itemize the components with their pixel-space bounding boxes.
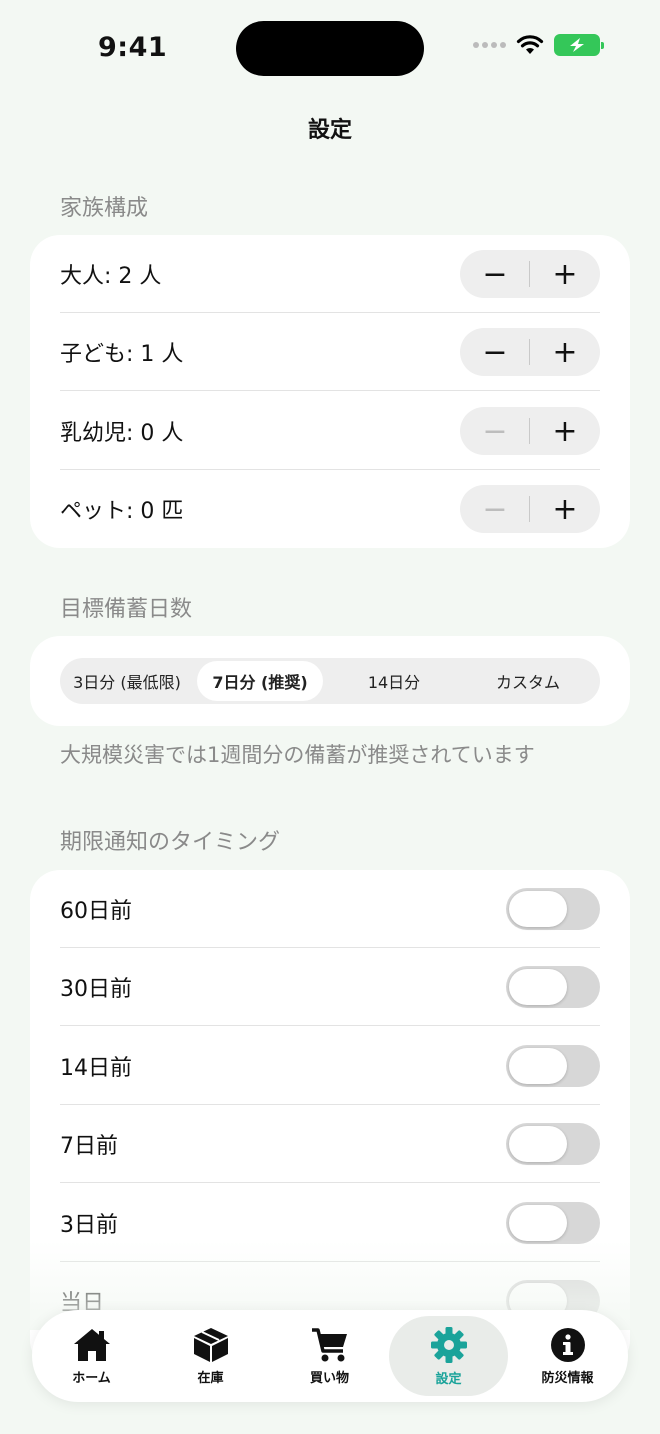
family-row-infant: 乳幼児: 0 人 − +: [60, 392, 600, 470]
segment-7-days[interactable]: 7日分 (推奨): [197, 661, 323, 701]
notify-60-toggle[interactable]: [506, 888, 600, 930]
status-time: 9:41: [98, 32, 168, 63]
infant-stepper: − +: [460, 407, 600, 455]
status-icons: [473, 34, 604, 56]
tab-label: ホーム: [72, 1370, 111, 1386]
notify-row-label: 60日前: [60, 899, 132, 924]
tab-inventory[interactable]: 在庫: [151, 1316, 270, 1396]
segment-14-days[interactable]: 14日分: [326, 658, 462, 704]
notify-row-label: 3日前: [60, 1213, 118, 1238]
notify-30-toggle[interactable]: [506, 966, 600, 1008]
segment-custom[interactable]: カスタム: [462, 658, 594, 704]
tab-label: 買い物: [309, 1370, 349, 1386]
notify-row-label: 30日前: [60, 977, 132, 1002]
target-footnote: 大規模災害では1週間分の備蓄が推奨されています: [60, 743, 535, 767]
child-plus-button[interactable]: +: [530, 328, 600, 376]
tab-home[interactable]: ホーム: [32, 1316, 151, 1396]
family-card: 大人: 2 人 − + 子ども: 1 人 − + 乳幼児: 0 人 − + ペッ…: [30, 235, 630, 548]
notify-14-toggle[interactable]: [506, 1045, 600, 1087]
adult-plus-button[interactable]: +: [530, 250, 600, 298]
notify-row-label: 7日前: [60, 1134, 118, 1159]
notify-row: 60日前: [60, 870, 600, 948]
tab-disaster-info[interactable]: 防災情報: [508, 1316, 627, 1396]
battery-icon: [554, 34, 604, 56]
tab-bar: ホーム 在庫 買い物 設定 防災情報: [32, 1310, 628, 1402]
family-row-label: 大人: 2 人: [60, 264, 162, 289]
cart-icon: [311, 1327, 347, 1361]
home-icon: [73, 1328, 110, 1361]
divider: [60, 1025, 600, 1026]
family-row-child: 子ども: 1 人 − +: [60, 313, 600, 391]
adult-stepper: − +: [460, 250, 600, 298]
pet-stepper: − +: [460, 485, 600, 533]
info-icon: [550, 1327, 585, 1362]
target-section-header: 目標備蓄日数: [60, 597, 193, 622]
target-days-segmented-control: 3日分 (最低限) 7日分 (推奨) 14日分 カスタム: [60, 658, 600, 704]
tab-shopping[interactable]: 買い物: [270, 1316, 389, 1396]
status-bar: 9:41: [0, 0, 660, 100]
target-card: 3日分 (最低限) 7日分 (推奨) 14日分 カスタム: [30, 636, 630, 726]
divider: [60, 390, 600, 391]
infant-minus-button[interactable]: −: [460, 407, 530, 455]
pet-plus-button[interactable]: +: [530, 485, 600, 533]
family-row-label: 乳幼児: 0 人: [60, 421, 184, 446]
signal-icon: [473, 42, 506, 48]
box-icon: [193, 1327, 228, 1362]
notify-row: 7日前: [60, 1105, 600, 1183]
family-row-adult: 大人: 2 人 − +: [60, 235, 600, 313]
child-stepper: − +: [460, 328, 600, 376]
family-section-header: 家族構成: [60, 196, 149, 221]
notify-3-toggle[interactable]: [506, 1202, 600, 1244]
family-row-pet: ペット: 0 匹 − +: [60, 470, 600, 548]
gear-icon: [430, 1326, 467, 1363]
notify-section-header: 期限通知のタイミング: [60, 830, 281, 855]
wifi-icon: [516, 35, 544, 54]
pet-minus-button[interactable]: −: [460, 485, 530, 533]
page-title: 設定: [307, 118, 352, 143]
notify-row-label: 14日前: [60, 1056, 132, 1081]
notify-row: 30日前: [60, 948, 600, 1026]
infant-plus-button[interactable]: +: [530, 407, 600, 455]
child-minus-button[interactable]: −: [460, 328, 530, 376]
family-row-label: ペット: 0 匹: [60, 499, 184, 524]
segment-3-days[interactable]: 3日分 (最低限): [60, 658, 194, 704]
notify-row: 14日前: [60, 1027, 600, 1105]
tab-label: 防災情報: [541, 1370, 594, 1386]
tab-settings[interactable]: 設定: [389, 1316, 508, 1396]
dynamic-island: [236, 21, 424, 76]
notify-7-toggle[interactable]: [506, 1123, 600, 1165]
tab-label: 設定: [435, 1371, 462, 1387]
notify-card: 60日前 30日前 14日前 7日前 3日前 当日: [30, 870, 630, 1370]
adult-minus-button[interactable]: −: [460, 250, 530, 298]
family-row-label: 子ども: 1 人: [60, 342, 184, 367]
notify-row: 3日前: [60, 1184, 600, 1262]
divider: [60, 1182, 600, 1183]
tab-label: 在庫: [197, 1370, 224, 1386]
